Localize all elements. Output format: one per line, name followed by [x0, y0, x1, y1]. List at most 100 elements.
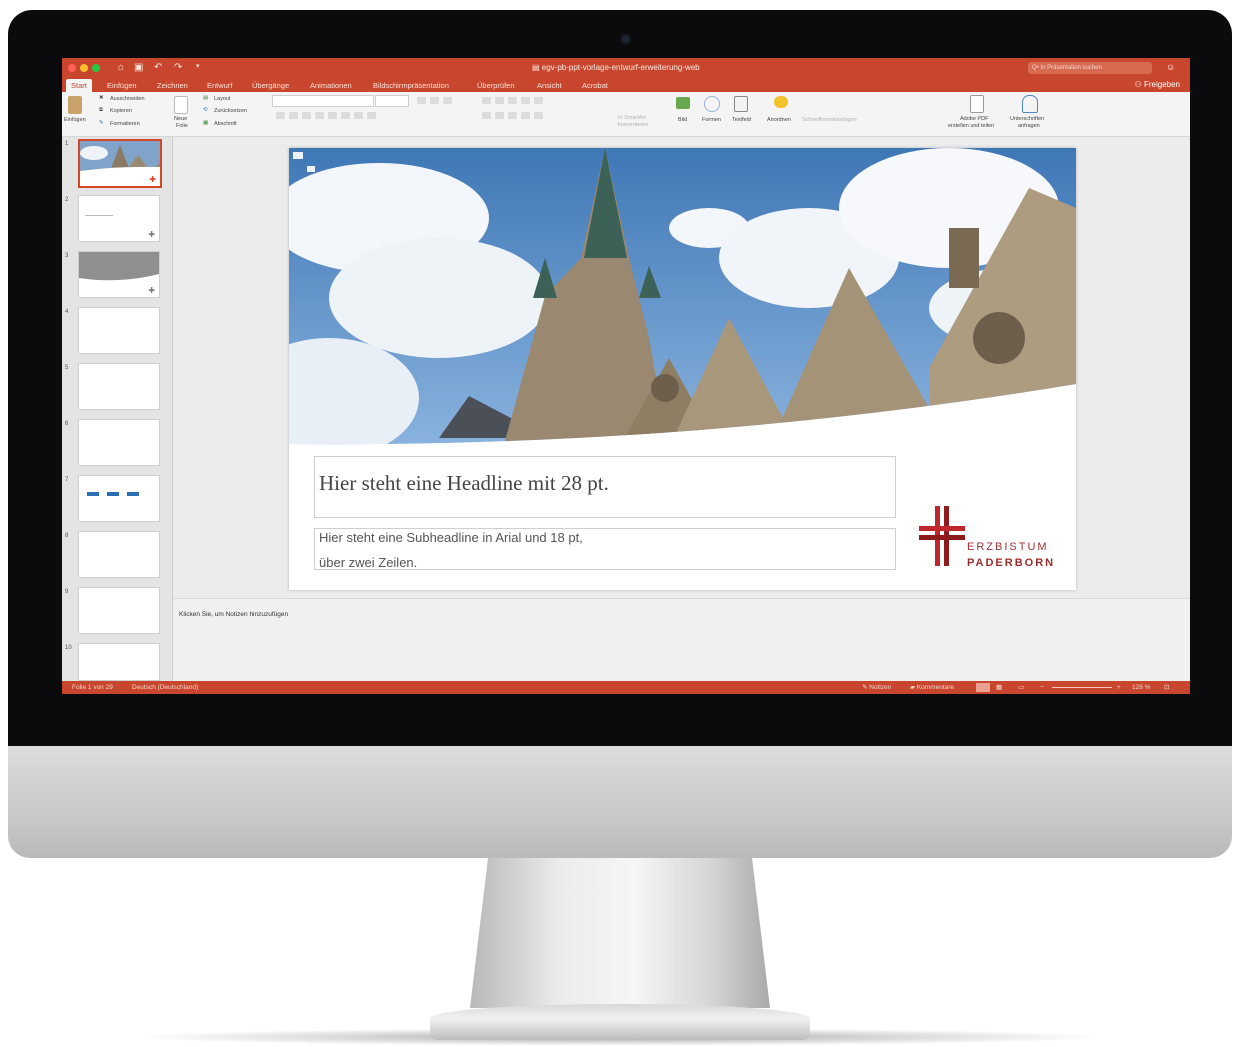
- cut-icon[interactable]: ✕: [99, 95, 104, 101]
- superscript-icon[interactable]: [328, 112, 337, 119]
- slide-thumbnail[interactable]: ✚: [78, 195, 160, 242]
- bold-icon[interactable]: [276, 112, 285, 119]
- copy-icon[interactable]: ⧉: [99, 107, 103, 114]
- underline-icon[interactable]: [302, 112, 311, 119]
- clear-format-icon[interactable]: [443, 97, 452, 104]
- reset-button[interactable]: Zurücksetzen: [214, 108, 247, 114]
- language-status[interactable]: Deutsch (Deutschland): [132, 681, 198, 694]
- align-center-icon[interactable]: [495, 112, 504, 119]
- justify-icon[interactable]: [521, 112, 530, 119]
- reading-view-icon[interactable]: ▭: [1018, 681, 1024, 694]
- align-right-icon[interactable]: [508, 112, 517, 119]
- slide-thumbnail[interactable]: [78, 587, 160, 634]
- format-painter-button[interactable]: Formatieren: [110, 121, 140, 127]
- slide-sorter-icon[interactable]: ▦: [996, 681, 1002, 694]
- paste-button[interactable]: Einfügen: [64, 117, 86, 123]
- zoom-window-button[interactable]: [92, 64, 100, 72]
- convert-smartart-button[interactable]: In SmartArt: [618, 115, 646, 121]
- fit-to-window-icon[interactable]: ⊡: [1164, 681, 1169, 694]
- columns-icon[interactable]: [534, 112, 543, 119]
- save-icon[interactable]: ▣: [134, 62, 143, 73]
- shapes-icon[interactable]: [704, 96, 720, 112]
- slide-thumbnail[interactable]: [78, 475, 160, 522]
- tab-animationen[interactable]: Animationen: [305, 79, 357, 92]
- minimize-window-button[interactable]: [80, 64, 88, 72]
- share-button[interactable]: ⚇ Freigeben: [1135, 80, 1180, 89]
- font-color-icon[interactable]: [354, 112, 363, 119]
- adobe-pdf-icon[interactable]: [970, 95, 984, 113]
- reset-icon[interactable]: ⟲: [203, 107, 208, 113]
- paste-icon[interactable]: [68, 96, 82, 114]
- close-window-button[interactable]: [68, 64, 76, 72]
- tab-acrobat[interactable]: Acrobat: [577, 79, 613, 92]
- section-button[interactable]: Abschnitt: [214, 121, 237, 127]
- home-icon[interactable]: ⌂: [118, 62, 124, 73]
- adobe-pdf-button[interactable]: Adobe PDF: [960, 116, 988, 122]
- subheadline-placeholder[interactable]: Hier steht eine Subheadline in Arial und…: [314, 528, 896, 570]
- strikethrough-icon[interactable]: [315, 112, 324, 119]
- arrange-button[interactable]: Anordnen: [767, 117, 791, 123]
- tab-ansicht[interactable]: Ansicht: [532, 79, 567, 92]
- textbox-button[interactable]: Textfeld: [732, 117, 751, 123]
- slide-thumbnail[interactable]: [78, 531, 160, 578]
- new-slide-button[interactable]: Neue: [174, 116, 187, 122]
- copy-button[interactable]: Kopieren: [110, 108, 132, 114]
- italic-icon[interactable]: [289, 112, 298, 119]
- signatures-button[interactable]: Unterschriften: [1010, 116, 1044, 122]
- undo-icon[interactable]: ↶: [154, 62, 162, 73]
- textbox-icon[interactable]: [734, 96, 748, 112]
- shrink-font-icon[interactable]: [430, 97, 439, 104]
- shapes-button[interactable]: Formen: [702, 117, 721, 123]
- signature-icon[interactable]: [1022, 95, 1038, 113]
- arrange-icon[interactable]: [774, 96, 788, 108]
- quick-styles-button[interactable]: Schnellformatvorlagen: [802, 117, 857, 123]
- font-family-select[interactable]: [272, 95, 374, 107]
- tab-bildschirmpraesentation[interactable]: Bildschirmpräsentation: [368, 79, 454, 92]
- indent-decrease-icon[interactable]: [508, 97, 517, 104]
- indent-increase-icon[interactable]: [521, 97, 530, 104]
- tab-start[interactable]: Start: [66, 79, 92, 92]
- section-icon[interactable]: ▦: [203, 120, 208, 126]
- line-spacing-icon[interactable]: [534, 97, 543, 104]
- zoom-slider[interactable]: [1052, 687, 1112, 688]
- picture-icon[interactable]: [676, 97, 690, 109]
- slide-thumbnail[interactable]: ✚: [78, 251, 160, 298]
- customize-toolbar-icon[interactable]: ▾: [196, 62, 200, 70]
- search-input[interactable]: Q• In Präsentation suchen: [1028, 62, 1152, 74]
- grow-font-icon[interactable]: [417, 97, 426, 104]
- layout-icon[interactable]: ▤: [203, 95, 208, 101]
- numbering-icon[interactable]: [495, 97, 504, 104]
- notes-pane[interactable]: Klicken Sie, um Notizen hinzuzufügen: [173, 598, 1190, 682]
- font-size-select[interactable]: [375, 95, 409, 107]
- notes-toggle[interactable]: ✎ Notizen: [862, 681, 891, 694]
- zoom-level[interactable]: 128 %: [1132, 681, 1150, 694]
- zoom-out-button[interactable]: −: [1040, 681, 1044, 694]
- tab-zeichnen[interactable]: Zeichnen: [152, 79, 193, 92]
- tab-ueberpruefen[interactable]: Überprüfen: [472, 79, 520, 92]
- slide-thumbnail[interactable]: [78, 307, 160, 354]
- slide-thumbnail[interactable]: ✚: [78, 139, 162, 188]
- slide-thumbnail-pane[interactable]: 1 ✚ 2 ✚ 3 ✚ 4 5 6 7 8 9 10: [62, 137, 173, 681]
- zoom-in-button[interactable]: +: [1117, 681, 1121, 694]
- redo-icon[interactable]: ↷: [174, 62, 182, 73]
- slide-thumbnail[interactable]: [78, 643, 160, 681]
- slide-thumbnail[interactable]: [78, 419, 160, 466]
- layout-button[interactable]: Layout: [214, 96, 231, 102]
- normal-view-button[interactable]: [976, 683, 990, 692]
- align-left-icon[interactable]: [482, 112, 491, 119]
- headline-placeholder[interactable]: Hier steht eine Headline mit 28 pt.: [314, 456, 896, 518]
- subscript-icon[interactable]: [341, 112, 350, 119]
- tab-einfuegen[interactable]: Einfügen: [102, 79, 142, 92]
- new-slide-icon[interactable]: [174, 96, 188, 114]
- comments-toggle[interactable]: ▰ Kommentare: [910, 681, 954, 694]
- bullets-icon[interactable]: [482, 97, 491, 104]
- format-painter-icon[interactable]: ✎: [99, 120, 104, 126]
- picture-button[interactable]: Bild: [678, 117, 687, 123]
- feedback-smiley-icon[interactable]: ☺: [1166, 62, 1175, 72]
- slide-canvas[interactable]: Hier steht eine Headline mit 28 pt. Hier…: [289, 148, 1076, 590]
- tab-entwurf[interactable]: Entwurf: [202, 79, 237, 92]
- tab-uebergaenge[interactable]: Übergänge: [247, 79, 294, 92]
- slide-thumbnail[interactable]: [78, 363, 160, 410]
- highlight-icon[interactable]: [367, 112, 376, 119]
- cut-button[interactable]: Ausschneiden: [110, 96, 145, 102]
